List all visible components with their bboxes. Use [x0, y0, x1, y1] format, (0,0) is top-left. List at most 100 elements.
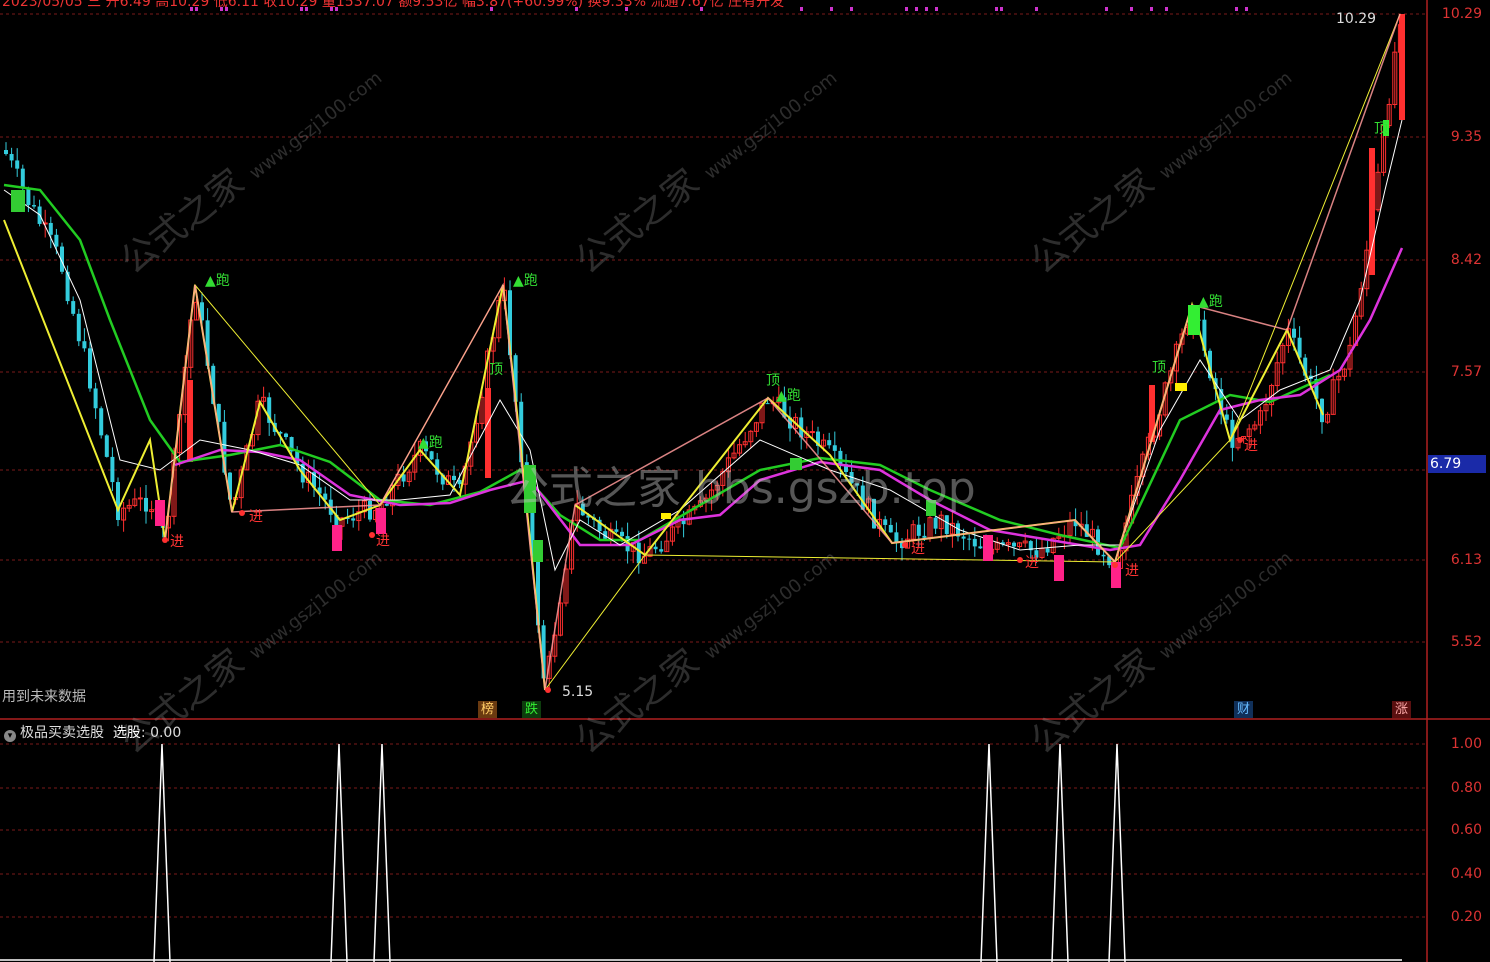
enter-signal-5: 进 [1025, 555, 1039, 571]
candle-body [614, 529, 619, 532]
marker-dot [1235, 7, 1238, 11]
candle-body [933, 517, 938, 529]
indicator-tick-3: 0.60 [1450, 822, 1482, 838]
top-signal-2: 顶 [766, 373, 780, 389]
candle-body [888, 524, 893, 533]
indicator-name: 极品买卖选股 [20, 725, 104, 741]
candle-body [116, 482, 120, 521]
marker-dot [905, 7, 908, 11]
signal-block [1054, 555, 1064, 581]
header-strip: 2023/05/05 三 开6.49 高10.29 低6.11 收10.29 量… [2, 0, 785, 10]
marker-dot [1245, 7, 1248, 11]
enter-signal-1: 进 [170, 534, 184, 550]
indicator-tick-1: 1.00 [1450, 736, 1482, 752]
indicator-spike [373, 743, 391, 962]
indicator-tick-5: 0.20 [1450, 909, 1482, 925]
candle-body [32, 205, 36, 207]
candle-body [1045, 548, 1050, 553]
candle-body [967, 538, 972, 540]
run-signal-1: ▲跑 [205, 273, 230, 289]
large-up-candle [1399, 14, 1405, 120]
candle-body [809, 431, 815, 434]
candle-body [1292, 328, 1296, 338]
price-tick-5: 6.13 [1450, 552, 1482, 568]
entry-dot [162, 537, 168, 543]
entry-dot [545, 687, 551, 693]
low-value-label: 5.15 [562, 684, 594, 700]
candle-body [832, 445, 837, 451]
run-signal-5: ▲跑 [1198, 294, 1223, 310]
candle-body [765, 403, 770, 405]
candle-body [653, 546, 658, 550]
badge-cai[interactable]: 财 [1234, 701, 1254, 718]
candle-body [1101, 554, 1106, 557]
candle-body [636, 542, 641, 564]
candle-body [82, 341, 87, 349]
indicator-spikes [0, 743, 1402, 962]
candle-body [351, 518, 356, 521]
marker-dot [830, 7, 833, 11]
marker-dot [1000, 7, 1003, 11]
indicator-tick-4: 0.40 [1450, 866, 1482, 882]
candle-body [144, 497, 148, 512]
top-signal-4: 顶 [1374, 121, 1388, 137]
enter-signal-3: 进 [376, 533, 390, 549]
collapse-icon[interactable]: ▾ [4, 730, 16, 742]
signal-block [533, 540, 543, 562]
candle-body [104, 435, 109, 457]
candle-body [978, 546, 983, 549]
marker-dot [935, 7, 938, 11]
candle-body [9, 154, 14, 161]
high-value-label: 10.29 [1336, 11, 1377, 27]
signal-block [11, 190, 25, 212]
entry-dot [1112, 562, 1118, 568]
candle-body [48, 222, 53, 235]
candle-body [457, 480, 462, 485]
future-data-note: 用到未来数据 [2, 689, 86, 705]
marker-dot [1150, 7, 1153, 11]
enter-signal-2: 进 [249, 509, 263, 525]
badge-die[interactable]: 跌 [522, 701, 542, 718]
marker-dot [800, 7, 803, 11]
indicator-spike [1108, 743, 1126, 962]
candle-body [99, 408, 104, 436]
indicator-spike [1051, 743, 1069, 962]
candle-body [961, 536, 966, 539]
candle-body [620, 531, 624, 537]
entry-dot [239, 510, 245, 516]
indicator-spike [330, 743, 348, 962]
signal-block [1175, 383, 1187, 391]
candle-body [71, 301, 76, 314]
indicator-title-bar[interactable]: ▾ 极品买卖选股 选股: 0.00 [4, 722, 181, 742]
candle-body [944, 515, 949, 534]
entry-dot [1017, 557, 1023, 563]
indicator-value: 0.00 [150, 725, 182, 741]
candle-body [452, 475, 456, 481]
marker-dot [1165, 7, 1168, 11]
badge-bang[interactable]: 榜 [478, 701, 498, 718]
candle-body [20, 168, 25, 188]
candle-body [284, 433, 288, 438]
signal-block [983, 535, 993, 561]
enter-signal-7: 进 [1244, 438, 1258, 454]
candle-body [26, 187, 31, 206]
indicator-tick-2: 0.80 [1450, 780, 1482, 796]
price-tick-4: 7.57 [1450, 364, 1482, 380]
candle-body [93, 388, 98, 409]
candle-body [1224, 414, 1229, 420]
marker-dot [1130, 7, 1133, 11]
current-price-tag: 6.79 [1428, 455, 1486, 473]
top-signal-3: 顶 [1152, 360, 1166, 376]
price-tick-3: 8.42 [1450, 252, 1482, 268]
run-signal-2: ▲跑 [513, 273, 538, 289]
candle-body [429, 451, 434, 460]
candle-body [54, 234, 59, 247]
marker-dot [850, 7, 853, 11]
enter-signal-6: 进 [1125, 563, 1139, 579]
indicator-spike [153, 743, 171, 962]
badge-zhang[interactable]: 涨 [1392, 701, 1412, 718]
top-signal-1: 顶 [489, 362, 503, 378]
marker-dot [995, 7, 998, 11]
candle-body [110, 456, 115, 483]
indicator-grid [0, 743, 1427, 918]
